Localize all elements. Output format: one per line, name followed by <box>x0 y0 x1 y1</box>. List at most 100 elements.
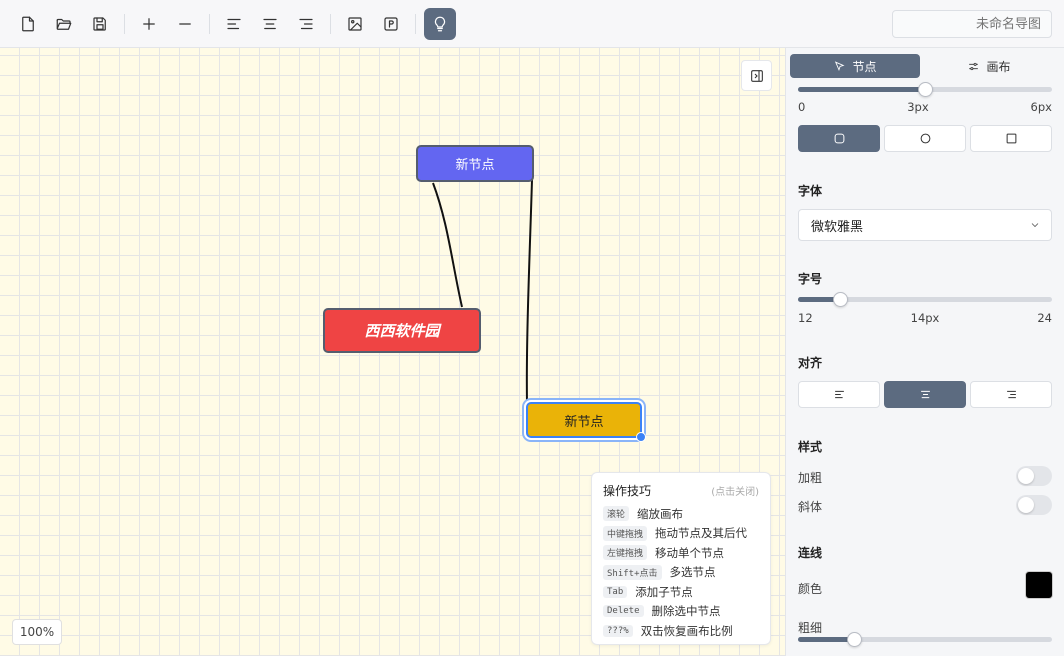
edge-blue-to-red <box>432 182 463 308</box>
shape-circle-button[interactable] <box>884 125 966 152</box>
tab-label: 节点 <box>852 59 877 74</box>
zoom-level-indicator[interactable]: 100% <box>12 619 62 645</box>
slider-fill <box>798 637 854 642</box>
tip-description: 双击恢复画布比例 <box>640 623 733 638</box>
presentation-icon <box>384 17 398 31</box>
tab-label: 画布 <box>986 59 1011 74</box>
collapse-panel-button[interactable] <box>741 60 772 91</box>
font-size-slider[interactable] <box>798 292 1052 307</box>
bold-toggle[interactable] <box>1016 466 1052 486</box>
bold-label: 加粗 <box>798 471 823 485</box>
add-node-button[interactable] <box>133 8 165 40</box>
font-family-value: 微软雅黑 <box>811 219 864 235</box>
rounded-rect-icon <box>834 133 844 144</box>
edge-blue-to-yellow <box>525 179 533 404</box>
insert-image-button[interactable] <box>339 8 371 40</box>
save-button[interactable] <box>84 8 116 40</box>
line-color-swatch[interactable] <box>1025 571 1053 599</box>
scale-min: 0 <box>798 100 806 114</box>
font-size-scale: 12 14px 24 <box>798 311 1052 325</box>
new-file-icon <box>22 16 34 32</box>
open-file-button[interactable] <box>48 8 80 40</box>
tips-panel[interactable]: 操作技巧 (点击关闭) 滚轮 缩放画布 中键拖拽 拖动节点及其后代 左键拖拽 移动单个节点… <box>591 472 771 645</box>
toolbar-separator <box>415 14 416 34</box>
tip-description: 多选节点 <box>669 565 716 580</box>
remove-node-button[interactable] <box>169 8 201 40</box>
mindmap-canvas[interactable]: 新节点 西西软件园 新节点 100% 操作技巧 (点击关闭) 滚轮 缩放画布 中键拖… <box>0 48 785 656</box>
tab-node[interactable]: 节点 <box>790 54 920 78</box>
tip-row: Delete 删除选中节点 <box>603 602 759 622</box>
tip-key: ???% <box>603 624 633 637</box>
tip-key: 中键拖拽 <box>603 525 648 541</box>
tip-row: 滚轮 缩放画布 <box>603 504 759 524</box>
tips-list: 滚轮 缩放画布 中键拖拽 拖动节点及其后代 左键拖拽 移动单个节点 Shift+点击 多选节点… <box>603 504 759 641</box>
tips-title: 操作技巧 <box>603 484 652 498</box>
italic-toggle[interactable] <box>1016 495 1052 515</box>
node-shape-selector <box>798 125 1052 152</box>
align-right-icon <box>1006 390 1016 399</box>
text-align-left-button[interactable] <box>798 381 880 408</box>
align-center-button[interactable] <box>254 8 286 40</box>
text-align-right-button[interactable] <box>970 381 1052 408</box>
shape-square-button[interactable] <box>970 125 1052 152</box>
toggle-knob <box>1018 497 1034 513</box>
font-family-select[interactable]: 微软雅黑 <box>798 209 1052 241</box>
toolbar-separator <box>124 14 125 34</box>
slider-thumb[interactable] <box>918 82 933 97</box>
save-icon <box>93 17 106 31</box>
toolbar-separator <box>209 14 210 34</box>
lightbulb-icon <box>434 16 446 32</box>
text-align-center-button[interactable] <box>884 381 966 408</box>
mindmap-node-selected[interactable]: 新节点 <box>526 402 642 438</box>
toolbar-separator <box>330 14 331 34</box>
tip-key: 滚轮 <box>603 506 630 522</box>
slider-fill <box>798 87 925 92</box>
slider-thumb[interactable] <box>847 632 862 647</box>
presentation-button[interactable] <box>375 8 407 40</box>
node-label: 西西软件园 <box>364 322 440 340</box>
font-size-section-title: 字号 <box>798 272 823 286</box>
tip-description: 拖动节点及其后代 <box>655 526 748 541</box>
italic-label: 斜体 <box>798 500 823 514</box>
node-label: 新节点 <box>564 414 604 430</box>
cursor-icon <box>835 60 845 71</box>
tips-toggle-button[interactable] <box>424 8 456 40</box>
tip-key: Delete <box>603 605 644 618</box>
text-align-selector <box>798 381 1052 408</box>
tip-row: Tab 添加子节点 <box>603 582 759 602</box>
shape-rounded-button[interactable] <box>798 125 880 152</box>
mindmap-root-node[interactable]: 西西软件园 <box>323 308 481 353</box>
tip-row: Shift+点击 多选节点 <box>603 563 759 583</box>
add-icon <box>143 18 155 30</box>
tip-description: 移动单个节点 <box>655 545 725 560</box>
toolbar <box>0 0 1064 48</box>
tip-row: 左键拖拽 移动单个节点 <box>603 543 759 563</box>
tip-row: ???% 双击恢复画布比例 <box>603 621 759 641</box>
tip-description: 添加子节点 <box>635 584 693 599</box>
align-section-title: 对齐 <box>798 356 823 370</box>
tip-key: Tab <box>603 585 628 598</box>
tip-key: 左键拖拽 <box>603 545 648 561</box>
mindmap-title-input[interactable] <box>892 10 1052 38</box>
new-file-button[interactable] <box>12 8 44 40</box>
properties-panel: 节点 画布 0 3px 6px 字体 微软雅黑 字号 12 14px 24 对齐… <box>785 48 1064 656</box>
remove-icon <box>179 23 191 25</box>
mindmap-node[interactable]: 新节点 <box>416 145 534 182</box>
line-color-label: 颜色 <box>798 582 823 596</box>
tab-canvas[interactable]: 画布 <box>924 54 1054 78</box>
border-width-slider[interactable] <box>798 82 1052 97</box>
chevron-down-icon <box>1031 223 1039 228</box>
font-section-title: 字体 <box>798 184 823 198</box>
tip-row: 中键拖拽 拖动节点及其后代 <box>603 524 759 544</box>
line-width-slider[interactable] <box>798 632 1052 647</box>
toggle-knob <box>1018 468 1034 484</box>
scale-min: 12 <box>798 311 813 325</box>
node-resize-handle[interactable] <box>636 432 646 442</box>
style-section-title: 样式 <box>798 440 823 454</box>
align-left-button[interactable] <box>218 8 250 40</box>
tip-description: 缩放画布 <box>637 506 684 521</box>
align-right-button[interactable] <box>290 8 322 40</box>
slider-thumb[interactable] <box>833 292 848 307</box>
tips-close-hint[interactable]: (点击关闭) <box>711 483 759 498</box>
align-left-icon <box>227 18 241 30</box>
